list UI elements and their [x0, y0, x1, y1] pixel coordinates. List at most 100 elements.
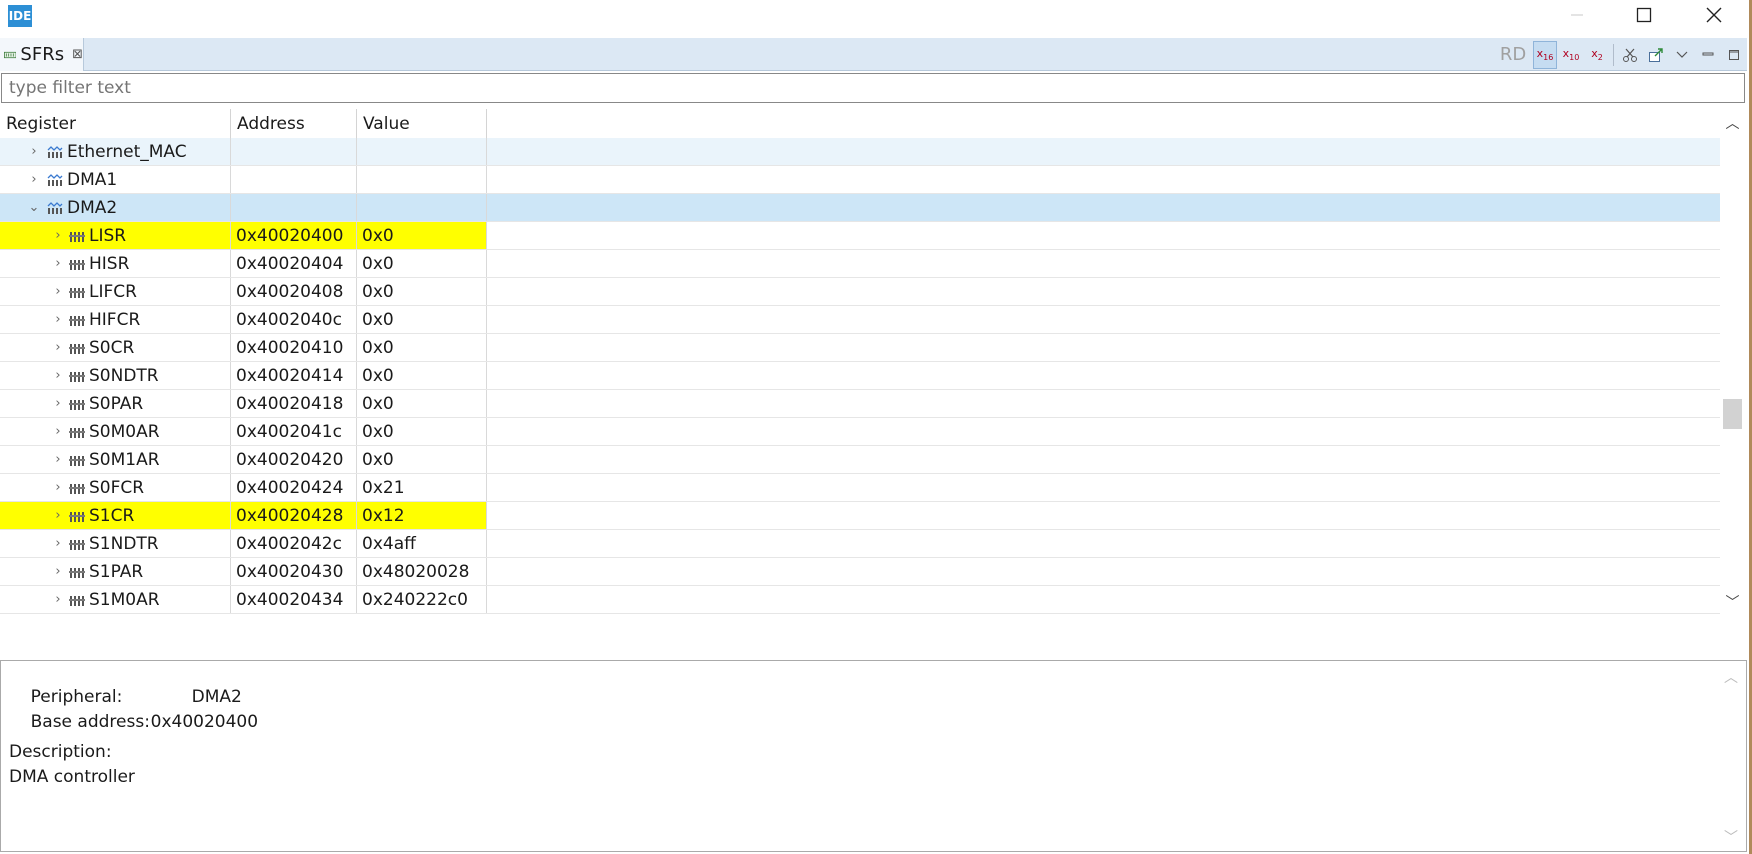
configure-button[interactable] [1618, 41, 1642, 69]
tree-row-register[interactable]: › LIFCR 0x40020408 0x0 [0, 278, 1720, 306]
register-cell: › S0CR [0, 334, 231, 361]
minimize-button[interactable] [1547, 0, 1607, 30]
chevron-right-icon[interactable]: › [27, 172, 41, 187]
register-name: Ethernet_MAC [67, 141, 187, 162]
value-cell[interactable] [357, 194, 487, 221]
register-icon [69, 341, 85, 355]
export-icon [1649, 47, 1663, 62]
value-cell[interactable]: 0x0 [357, 306, 487, 333]
tree-row-register[interactable]: › HIFCR 0x4002040c 0x0 [0, 306, 1720, 334]
chevron-right-icon[interactable]: › [51, 396, 65, 411]
value-cell[interactable]: 0x0 [357, 334, 487, 361]
decimal-format-icon: x10 [1562, 46, 1580, 63]
value-cell[interactable]: 0x0 [357, 390, 487, 417]
details-scroll-down-icon[interactable]: ﹀ [1724, 827, 1738, 847]
address-cell: 0x40020434 [231, 586, 357, 613]
view-menu-button[interactable] [1670, 41, 1694, 69]
chevron-right-icon[interactable]: › [51, 536, 65, 551]
details-pane: Peripheral: DMA2 Base address:0x40020400 … [0, 660, 1747, 852]
value-cell[interactable]: 0x0 [357, 446, 487, 473]
chevron-right-icon[interactable]: › [51, 564, 65, 579]
filter-input[interactable] [1, 73, 1745, 103]
tree-row-peripheral[interactable]: ⌄ DMA2 [0, 194, 1720, 222]
column-header-address[interactable]: Address [231, 109, 357, 138]
chevron-right-icon[interactable]: › [27, 144, 41, 159]
chevron-right-icon[interactable]: › [51, 452, 65, 467]
chevron-right-icon[interactable]: › [51, 368, 65, 383]
tree-row-register[interactable]: › S0M1AR 0x40020420 0x0 [0, 446, 1720, 474]
tree-row-register[interactable]: › S1M0AR 0x40020434 0x240222c0 [0, 586, 1720, 614]
address-cell: 0x40020424 [231, 474, 357, 501]
tab-close-icon[interactable]: ⊠ [72, 47, 83, 62]
value-cell[interactable] [357, 166, 487, 193]
tab-label: SFRs [20, 44, 65, 65]
tree-row-register[interactable]: › S1NDTR 0x4002042c 0x4aff [0, 530, 1720, 558]
scroll-down-icon[interactable]: ﹀ [1720, 592, 1745, 612]
tree-row-register[interactable]: › S0M0AR 0x4002041c 0x0 [0, 418, 1720, 446]
binary-format-button[interactable]: x2 [1585, 41, 1609, 69]
chevron-right-icon[interactable]: › [51, 592, 65, 607]
value-cell[interactable]: 0x12 [357, 502, 487, 529]
address-cell: 0x40020404 [231, 250, 357, 277]
chevron-right-icon[interactable]: › [51, 508, 65, 523]
tree-row-peripheral[interactable]: › Ethernet_MAC [0, 138, 1720, 166]
scroll-up-icon[interactable]: ︿ [1720, 113, 1745, 133]
column-header-register[interactable]: Register [0, 109, 231, 138]
chevron-right-icon[interactable]: › [51, 312, 65, 327]
view-minimize-button[interactable] [1696, 41, 1720, 69]
tree-row-register[interactable]: › S0NDTR 0x40020414 0x0 [0, 362, 1720, 390]
chevron-right-icon[interactable]: › [51, 480, 65, 495]
register-cell: › HISR [0, 250, 231, 277]
tree-row-register[interactable]: › S0PAR 0x40020418 0x0 [0, 390, 1720, 418]
export-button[interactable] [1644, 41, 1668, 69]
tree-row-register[interactable]: › S1PAR 0x40020430 0x48020028 [0, 558, 1720, 586]
scissors-icon [1623, 48, 1637, 62]
register-cell: › S0PAR [0, 390, 231, 417]
register-cell: › S0M0AR [0, 418, 231, 445]
decimal-format-button[interactable]: x10 [1559, 41, 1583, 69]
register-icon [69, 453, 85, 467]
value-cell[interactable]: 0x0 [357, 278, 487, 305]
column-header-value[interactable]: Value [357, 109, 487, 138]
view-toolbar: RD x16 x10 x2 [1494, 38, 1747, 71]
chevron-right-icon[interactable]: › [51, 424, 65, 439]
sfr-view-icon [4, 51, 17, 58]
value-cell[interactable] [357, 138, 487, 165]
peripheral-icon [47, 145, 63, 159]
hex-format-button[interactable]: x16 [1533, 40, 1557, 69]
details-scroll-up-icon[interactable]: ︿ [1724, 667, 1738, 687]
register-name: LISR [89, 225, 127, 246]
value-cell[interactable]: 0x0 [357, 418, 487, 445]
chevron-right-icon[interactable]: › [51, 340, 65, 355]
tree-row-register[interactable]: › S1CR 0x40020428 0x12 [0, 502, 1720, 530]
value-cell[interactable]: 0x0 [357, 222, 487, 249]
register-icon [69, 257, 85, 271]
scrollbar-thumb[interactable] [1723, 399, 1742, 429]
minimize-view-icon [1702, 52, 1714, 55]
chevron-down-icon[interactable]: ⌄ [27, 200, 41, 215]
value-cell[interactable]: 0x240222c0 [357, 586, 487, 613]
value-cell[interactable]: 0x0 [357, 250, 487, 277]
close-button[interactable] [1684, 0, 1744, 30]
tree-row-register[interactable]: › HISR 0x40020404 0x0 [0, 250, 1720, 278]
tree-row-register[interactable]: › LISR 0x40020400 0x0 [0, 222, 1720, 250]
tree-row-register[interactable]: › S0FCR 0x40020424 0x21 [0, 474, 1720, 502]
register-cell: › LISR [0, 222, 231, 249]
maximize-button[interactable] [1614, 0, 1674, 30]
tree-row-peripheral[interactable]: › DMA1 [0, 166, 1720, 194]
register-icon [69, 285, 85, 299]
chevron-right-icon[interactable]: › [51, 284, 65, 299]
tab-sfrs[interactable]: SFRs ⊠ [0, 38, 84, 71]
tree-scrollbar[interactable]: ︿ ﹀ [1720, 109, 1745, 616]
view-maximize-button[interactable] [1722, 41, 1746, 69]
read-button[interactable]: RD [1495, 41, 1531, 69]
value-cell[interactable]: 0x0 [357, 362, 487, 389]
chevron-right-icon[interactable]: › [51, 256, 65, 271]
chevron-right-icon[interactable]: › [51, 228, 65, 243]
value-cell[interactable]: 0x48020028 [357, 558, 487, 585]
register-icon [69, 481, 85, 495]
value-cell[interactable]: 0x4aff [357, 530, 487, 557]
tree-row-register[interactable]: › S0CR 0x40020410 0x0 [0, 334, 1720, 362]
address-cell: 0x40020408 [231, 278, 357, 305]
value-cell[interactable]: 0x21 [357, 474, 487, 501]
